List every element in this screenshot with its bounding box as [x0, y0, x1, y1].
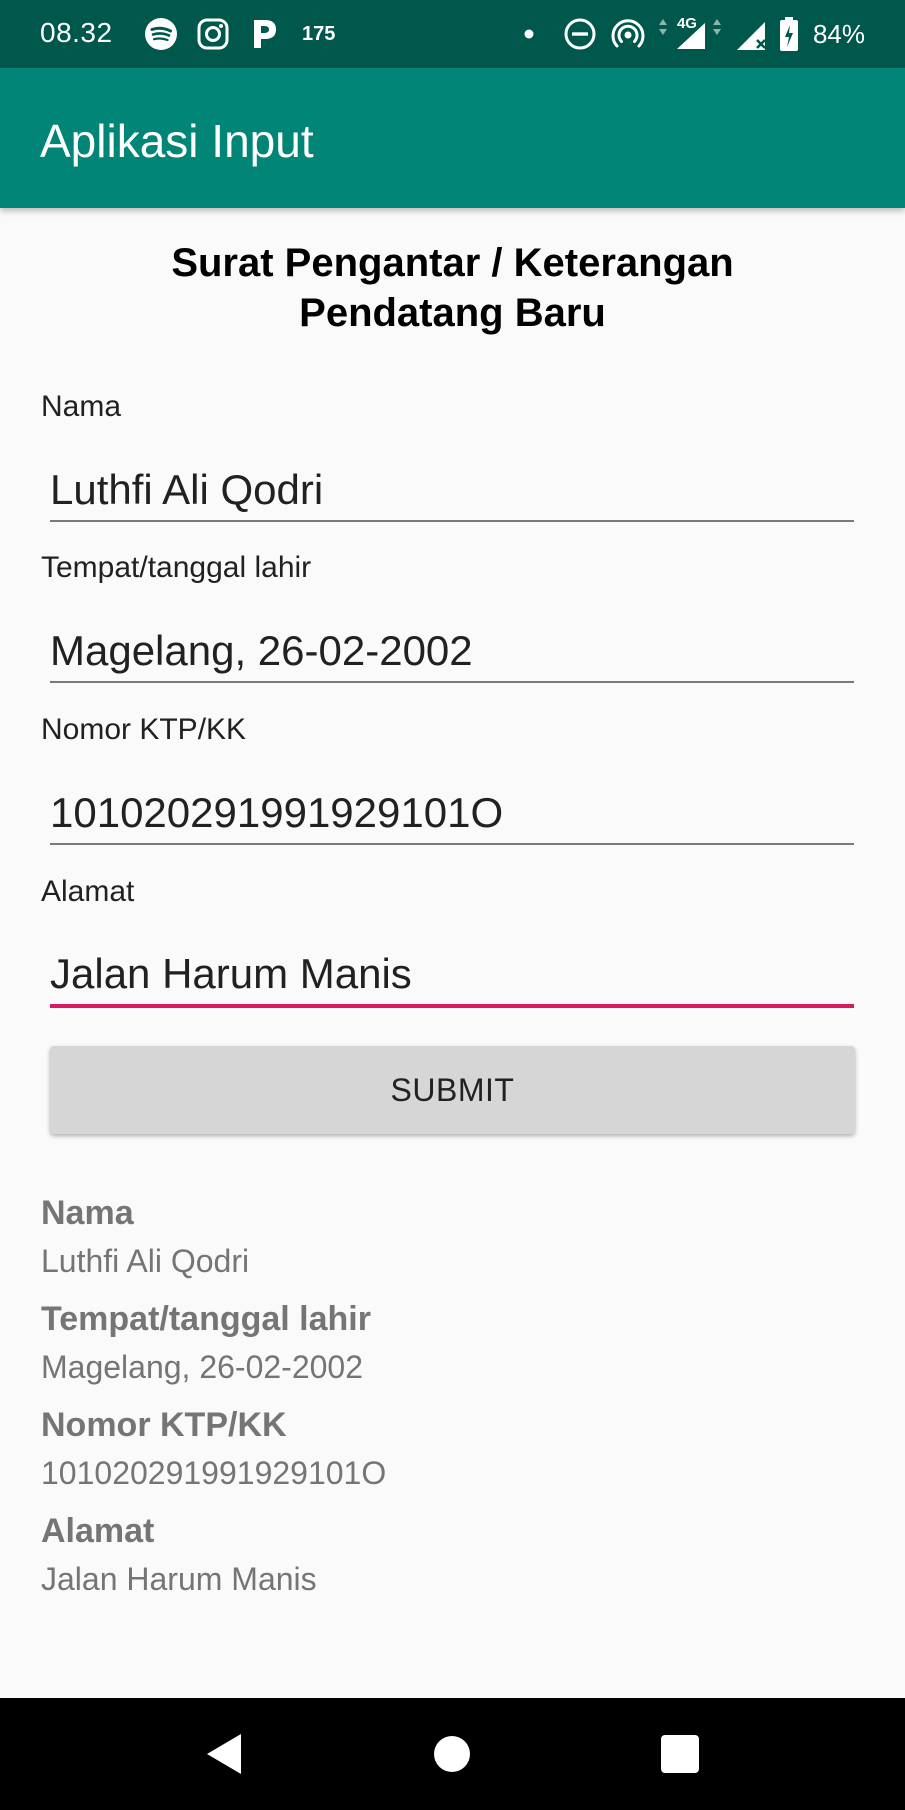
instagram-icon: [194, 15, 232, 53]
result-ttl-label: Tempat/tanggal lahir: [41, 1300, 371, 1338]
data-signal-icon: 4G: [655, 15, 725, 53]
spotify-icon: [142, 15, 180, 53]
navigation-bar: [0, 1698, 905, 1810]
submit-button[interactable]: SUBMIT: [50, 1046, 855, 1134]
p-app-icon: [246, 15, 284, 53]
alamat-input[interactable]: [50, 944, 854, 1008]
result-ttl: Tempat/tanggal lahir Magelang, 26-02-200…: [41, 1300, 371, 1386]
result-ttl-value: Magelang, 26-02-2002: [41, 1349, 364, 1385]
notification-count: 175: [302, 22, 336, 45]
cell-signal-icon: [735, 15, 769, 53]
result-nama: Nama Luthfi Ali Qodri: [41, 1194, 249, 1280]
result-alamat-value: Jalan Harum Manis: [41, 1561, 317, 1597]
nama-label: Nama: [41, 390, 122, 423]
network-type: 4G: [676, 15, 697, 32]
alamat-label: Alamat: [41, 875, 135, 908]
nama-input[interactable]: [50, 460, 854, 522]
dot-icon: [523, 15, 535, 53]
recents-icon[interactable]: [654, 1728, 706, 1780]
hotspot-icon: [611, 15, 645, 53]
ttl-label: Tempat/tanggal lahir: [41, 551, 312, 584]
notification-icons: 175: [142, 14, 335, 54]
form-heading-line1: Surat Pengantar / Keterangan: [171, 241, 734, 285]
battery-icon: [779, 15, 799, 53]
ktp-label: Nomor KTP/KK: [41, 713, 247, 746]
dnd-icon: [563, 15, 597, 53]
main-content: Surat Pengantar / Keterangan Pendatang B…: [0, 208, 905, 1698]
app-title: Aplikasi Input: [40, 115, 314, 167]
ttl-input[interactable]: [50, 621, 854, 683]
home-icon[interactable]: [426, 1728, 478, 1780]
result-nama-value: Luthfi Ali Qodri: [41, 1243, 250, 1279]
status-bar: 08.32 175 4G 84%: [0, 0, 905, 68]
result-ktp-value: 101020291991929101O: [41, 1455, 387, 1491]
result-ktp: Nomor KTP/KK 101020291991929101O: [41, 1406, 386, 1492]
result-nama-label: Nama: [41, 1194, 134, 1232]
result-ktp-label: Nomor KTP/KK: [41, 1406, 287, 1444]
result-alamat: Alamat Jalan Harum Manis: [41, 1512, 317, 1598]
app-bar: Aplikasi Input: [0, 68, 905, 208]
battery-percent: 84%: [812, 18, 865, 49]
status-time: 08.32: [40, 17, 113, 48]
ktp-input[interactable]: [50, 783, 854, 845]
back-icon[interactable]: [198, 1728, 250, 1780]
form-heading: Surat Pengantar / Keterangan Pendatang B…: [100, 238, 805, 338]
form-heading-line2: Pendatang Baru: [299, 291, 606, 335]
result-alamat-label: Alamat: [41, 1512, 155, 1550]
system-icons: 4G 84%: [523, 14, 865, 54]
